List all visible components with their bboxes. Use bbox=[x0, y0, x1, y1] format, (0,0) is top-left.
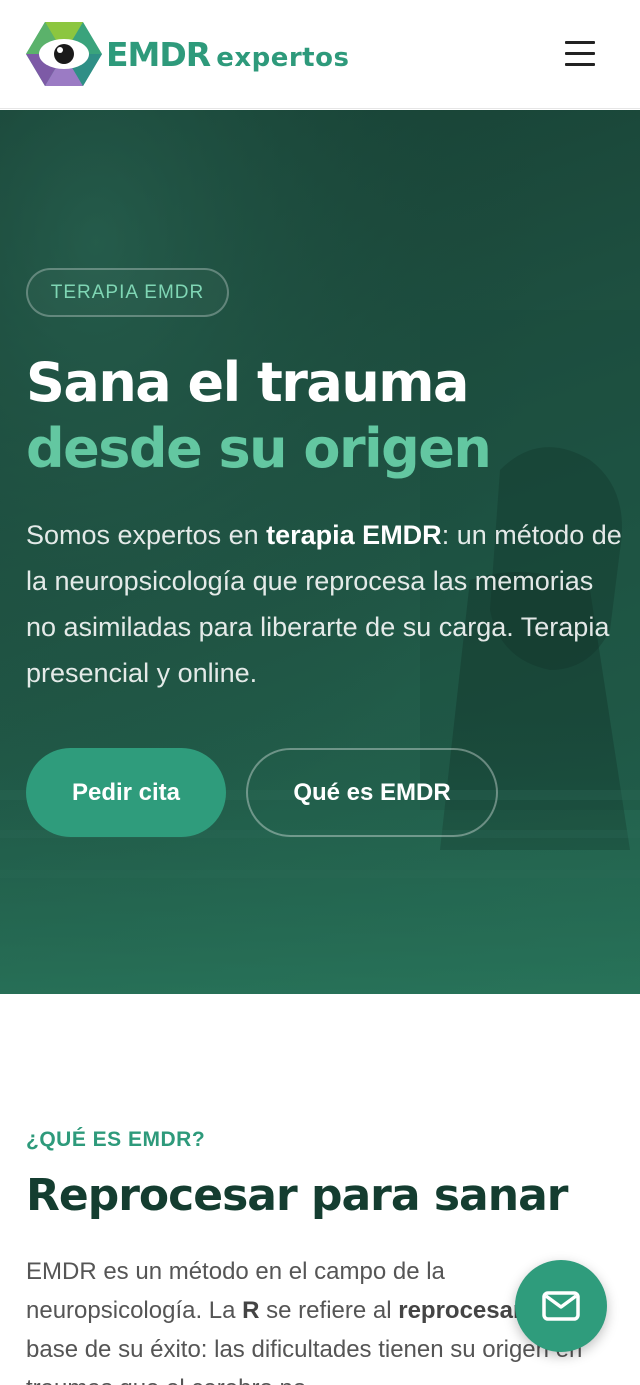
hamburger-icon bbox=[565, 41, 595, 44]
hero-badge: TERAPIA EMDR bbox=[26, 268, 229, 317]
hero-title-line2: desde su origen bbox=[26, 417, 492, 480]
mail-icon bbox=[542, 1291, 580, 1321]
hero-desc-bold: terapia EMDR bbox=[266, 520, 442, 550]
hero-section: TERAPIA EMDR Sana el trauma desde su ori… bbox=[0, 110, 640, 994]
hero-title-line1: Sana el trauma bbox=[26, 351, 469, 414]
contact-fab-button[interactable] bbox=[515, 1260, 607, 1352]
site-logo[interactable]: EMDR expertos bbox=[26, 20, 349, 88]
hero-title: Sana el trauma desde su origen bbox=[26, 350, 492, 482]
what-is-emdr-button[interactable]: Qué es EMDR bbox=[246, 748, 498, 837]
logo-emdr: EMDR bbox=[106, 34, 211, 74]
book-appointment-button[interactable]: Pedir cita bbox=[26, 748, 226, 837]
section-eyebrow: ¿QUÉ ES EMDR? bbox=[26, 1128, 206, 1151]
menu-button[interactable] bbox=[562, 38, 598, 68]
logo-eye-icon bbox=[26, 22, 102, 86]
hero-description: Somos expertos en terapia EMDR: un métod… bbox=[26, 520, 622, 688]
section-title: Reprocesar para sanar bbox=[26, 1170, 568, 1221]
logo-text: EMDR expertos bbox=[106, 35, 349, 74]
logo-expertos: expertos bbox=[216, 42, 350, 73]
site-header: EMDR expertos bbox=[0, 0, 640, 109]
